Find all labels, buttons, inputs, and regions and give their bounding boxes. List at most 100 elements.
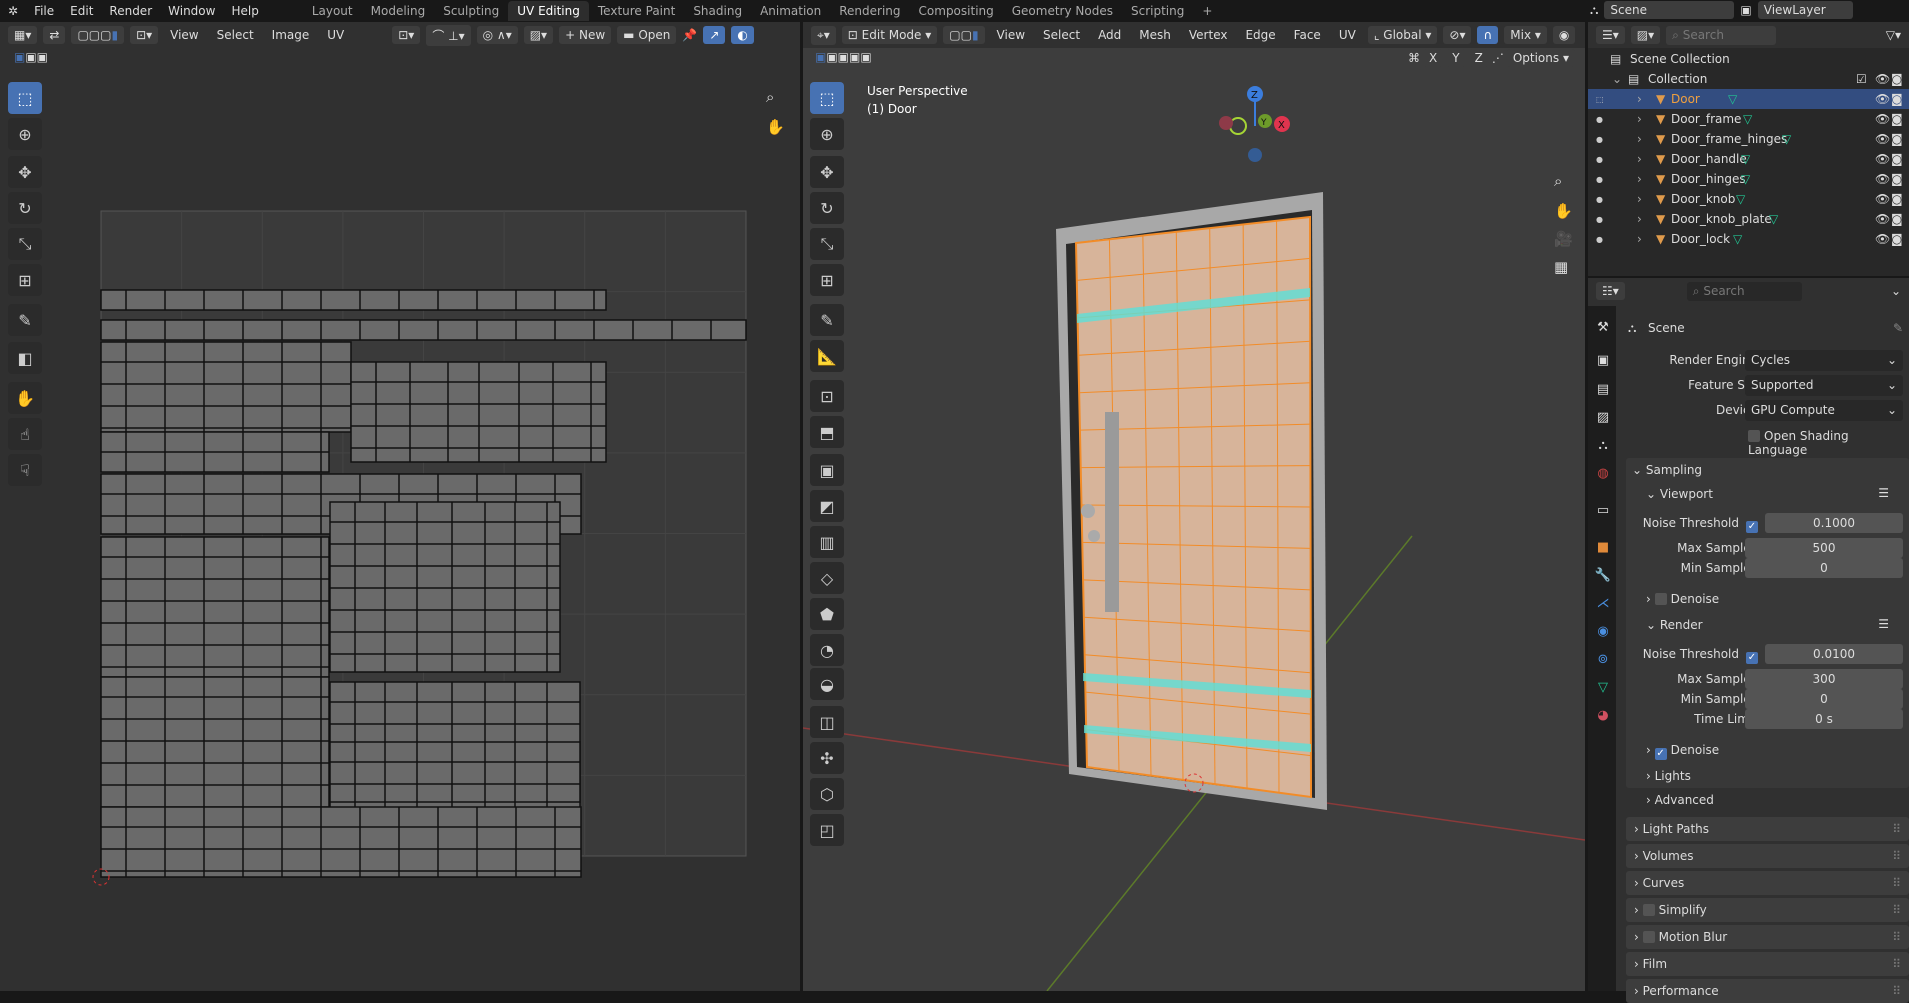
output-tab-icon[interactable]: ▤ xyxy=(1594,382,1612,397)
camera-icon[interactable]: ◙ xyxy=(1891,152,1903,166)
gizmo-neg-x-icon[interactable] xyxy=(1219,116,1233,130)
eye-icon[interactable]: 👁 xyxy=(1875,152,1890,166)
render-subpanel-header[interactable]: ⌄ Render ☰ xyxy=(1626,615,1909,637)
shear-tool-icon[interactable]: ⬡ xyxy=(810,778,844,810)
denoise-checkbox[interactable] xyxy=(1654,593,1667,605)
collection-tab-icon[interactable]: ▭ xyxy=(1594,503,1612,518)
menu-edit[interactable]: Edit xyxy=(62,4,101,18)
tab-sculpting[interactable]: Sculpting xyxy=(434,1,508,21)
panel-film[interactable]: › Film ⠿ xyxy=(1626,952,1909,976)
tab-layout[interactable]: Layout xyxy=(303,1,362,21)
mode-dot-icon[interactable]: ● xyxy=(1596,115,1603,124)
device-dropdown[interactable]: GPU Compute ⌄ xyxy=(1745,400,1903,421)
outliner-row[interactable]: ● › ▼ Door_knob_plate ▽ 👁 ◙ xyxy=(1588,209,1909,229)
measure-tool-icon[interactable]: 📐 xyxy=(810,340,844,372)
inset-tool-icon[interactable]: ▣ xyxy=(810,454,844,486)
feature-set-dropdown[interactable]: Supported ⌄ xyxy=(1745,375,1903,396)
tab-texture-paint[interactable]: Texture Paint xyxy=(589,1,684,21)
filter-icon[interactable]: ▽▾ xyxy=(1886,28,1901,42)
eye-icon[interactable]: 👁 xyxy=(1875,212,1890,226)
outliner-search[interactable]: ⌕ Search xyxy=(1666,25,1777,45)
uv-canvas[interactable] xyxy=(0,22,800,991)
menu-window[interactable]: Window xyxy=(160,4,223,18)
add-workspace-button[interactable]: + xyxy=(1193,1,1221,21)
camera-icon[interactable]: ◙ xyxy=(1891,232,1903,246)
render-engine-dropdown[interactable]: Cycles ⌄ xyxy=(1745,350,1903,371)
eye-icon[interactable]: 👁 xyxy=(1875,192,1890,206)
noise-threshold-checkbox[interactable]: ✓ xyxy=(1746,516,1762,533)
tab-modeling[interactable]: Modeling xyxy=(362,1,435,21)
gizmo-neg-z-icon[interactable] xyxy=(1248,148,1262,162)
add-cube-tool-icon[interactable]: ⊡ xyxy=(810,380,844,412)
blender-logo-icon[interactable]: ✲ xyxy=(0,4,26,18)
edge-slide-tool-icon[interactable]: ◫ xyxy=(810,706,844,738)
material-tab-icon[interactable]: ◕ xyxy=(1594,708,1612,723)
pan-hand-icon[interactable]: ✋ xyxy=(1554,202,1573,220)
sampling-header[interactable]: ⌄ Sampling xyxy=(1626,460,1909,482)
panel-motion-blur[interactable]: › Motion Blur ⠿ xyxy=(1626,925,1909,949)
mode-dot-icon[interactable]: ● xyxy=(1596,135,1603,144)
outliner-row[interactable]: ● › ▼ Door_frame ▽ 👁 ◙ xyxy=(1588,109,1909,129)
camera-icon[interactable]: ◙ xyxy=(1891,92,1903,106)
transform-tool-icon[interactable]: ⊞ xyxy=(810,264,844,296)
noise-threshold-field[interactable]: 0.0100 xyxy=(1765,644,1903,664)
outliner-row[interactable]: ● › ▼ Door_frame_hinges ▽ 👁 ◙ xyxy=(1588,129,1909,149)
collection-row[interactable]: ⌄ ▤ Collection ☑ 👁 ◙ xyxy=(1588,69,1909,89)
mode-dot-icon[interactable]: ● xyxy=(1596,175,1603,184)
panel-performance[interactable]: › Performance ⠿ xyxy=(1626,979,1909,1003)
eye-icon[interactable]: 👁 xyxy=(1875,132,1890,146)
lights-subpanel[interactable]: › Lights xyxy=(1626,766,1909,788)
scene-tab-icon[interactable]: ⛬ xyxy=(1594,438,1612,453)
mode-dot-icon[interactable]: ● xyxy=(1596,235,1603,244)
mode-dot-icon[interactable]: ● xyxy=(1596,215,1603,224)
expand-chevron-icon[interactable]: › xyxy=(1637,132,1642,146)
mesh-data-icon[interactable]: ▽ xyxy=(1736,192,1745,206)
smooth-tool-icon[interactable]: ◒ xyxy=(810,668,844,700)
menu-render[interactable]: Render xyxy=(101,4,160,18)
world-tab-icon[interactable]: ◍ xyxy=(1594,466,1612,481)
min-samples-field[interactable]: 0 xyxy=(1745,558,1903,578)
drag-handle-icon[interactable]: ⠿ xyxy=(1892,876,1901,890)
viewport-subpanel-header[interactable]: ⌄ Viewport ☰ xyxy=(1626,484,1909,506)
expand-chevron-icon[interactable]: › xyxy=(1637,112,1642,126)
presets-icon[interactable]: ☰ xyxy=(1878,617,1889,631)
physics-tab-icon[interactable]: ◉ xyxy=(1594,624,1612,639)
tab-scripting[interactable]: Scripting xyxy=(1122,1,1193,21)
outliner-row[interactable]: ● › ▼ Door_knob ▽ 👁 ◙ xyxy=(1588,189,1909,209)
panel-curves[interactable]: › Curves ⠿ xyxy=(1626,871,1909,895)
mode-dot-icon[interactable]: ● xyxy=(1596,195,1603,204)
camera-icon[interactable]: ◙ xyxy=(1891,172,1903,186)
bevel-tool-icon[interactable]: ◩ xyxy=(810,490,844,522)
eye-icon[interactable]: 👁 xyxy=(1875,72,1890,86)
drag-handle-icon[interactable]: ⠿ xyxy=(1892,957,1901,971)
noise-threshold-checkbox[interactable]: ✓ xyxy=(1746,647,1762,664)
eye-icon[interactable]: 👁 xyxy=(1875,172,1890,186)
advanced-subpanel[interactable]: › Advanced xyxy=(1626,790,1909,812)
outliner-editor-type[interactable]: ☰▾ xyxy=(1596,26,1625,44)
camera-icon[interactable]: ◙ xyxy=(1891,72,1903,86)
extrude-tool-icon[interactable]: ⬒ xyxy=(810,416,844,448)
viewport-denoise-row[interactable]: › Denoise xyxy=(1626,589,1909,611)
properties-editor-type[interactable]: ☷▾ xyxy=(1596,282,1625,300)
expand-chevron-icon[interactable]: › xyxy=(1637,92,1642,106)
noise-threshold-field[interactable]: 0.1000 xyxy=(1765,513,1903,533)
object-tab-icon[interactable]: ■ xyxy=(1594,540,1612,555)
presets-icon[interactable]: ☰ xyxy=(1878,486,1889,500)
mesh-data-icon[interactable]: ▽ xyxy=(1743,112,1752,126)
render-tab-icon[interactable]: ▣ xyxy=(1594,353,1612,368)
constraints-tab-icon[interactable]: ⊚ xyxy=(1594,652,1612,667)
eye-icon[interactable]: 👁 xyxy=(1875,92,1890,106)
mesh-data-icon[interactable]: ▽ xyxy=(1782,132,1791,146)
panel-simplify[interactable]: › Simplify ⠿ xyxy=(1626,898,1909,922)
tab-rendering[interactable]: Rendering xyxy=(830,1,909,21)
render-denoise-row[interactable]: › ✓ Denoise xyxy=(1626,740,1909,762)
perspective-toggle-icon[interactable]: ▦ xyxy=(1554,258,1568,276)
tab-uv-editing[interactable]: UV Editing xyxy=(508,1,589,21)
particles-tab-icon[interactable]: ⋌ xyxy=(1594,596,1612,611)
spin-tool-icon[interactable]: ◔ xyxy=(810,634,844,666)
camera-icon[interactable]: ◙ xyxy=(1891,112,1903,126)
viewport-scene[interactable]: Z Y X xyxy=(803,22,1585,991)
camera-icon[interactable]: ◙ xyxy=(1891,192,1903,206)
scale-tool-icon[interactable]: ⤡ xyxy=(810,228,844,260)
panel-volumes[interactable]: › Volumes ⠿ xyxy=(1626,844,1909,868)
